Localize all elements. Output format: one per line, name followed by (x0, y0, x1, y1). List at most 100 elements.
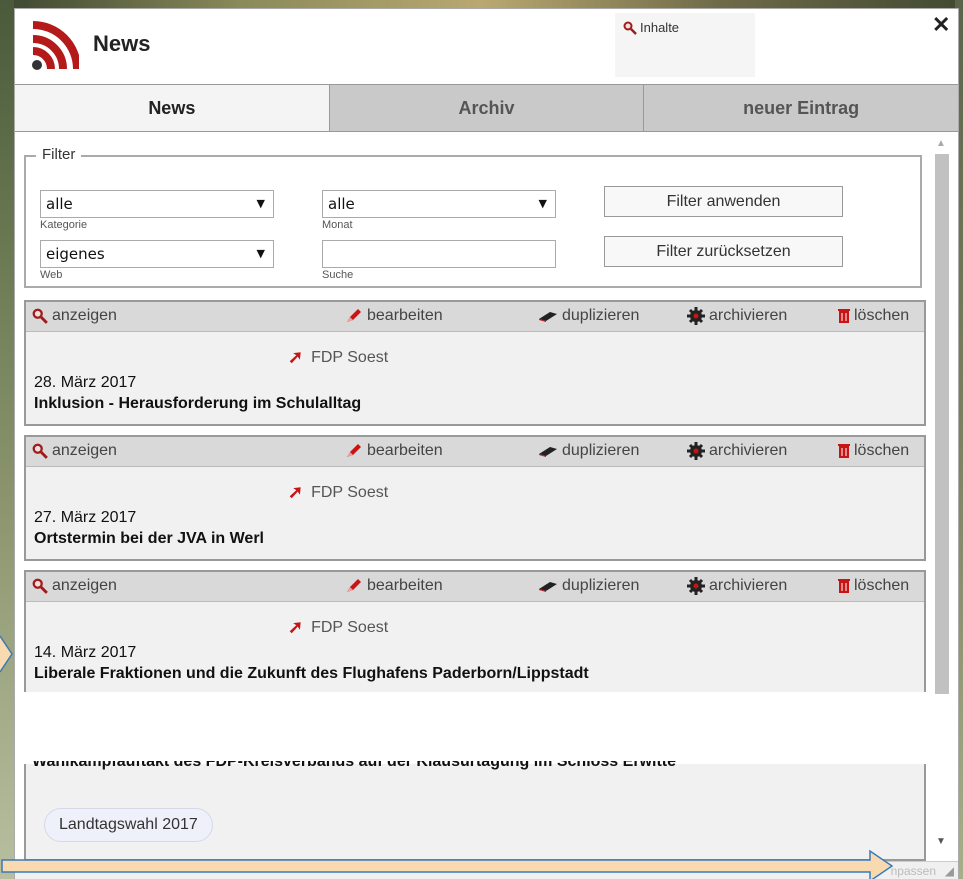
news-action-bar: anzeigen bearbeiten duplizieren archivie… (26, 302, 924, 332)
duplicate-label: duplizieren (562, 577, 640, 594)
inhalte-panel: Inhalte (615, 13, 755, 77)
tab-archiv[interactable]: Archiv (328, 85, 644, 131)
news-source: ➚ FDP Soest (288, 482, 388, 503)
archive-action[interactable]: archivieren (687, 577, 787, 595)
news-dialog: News Inhalte ✕ News Archiv neuer Eintrag… (14, 8, 959, 879)
web-caption: Web (40, 269, 63, 281)
news-item: anzeigen bearbeiten duplizieren archivie… (24, 435, 926, 561)
dropdown-arrow-icon: ▼ (256, 247, 265, 260)
news-title[interactable]: Liberale Fraktionen und die Zukunft des … (34, 665, 589, 683)
tag-badge[interactable]: Landtagswahl 2017 (44, 808, 213, 842)
scroll-thumb[interactable] (935, 154, 949, 694)
delete-label: löschen (854, 307, 910, 324)
gear-icon (687, 307, 705, 325)
magnifier-icon (32, 308, 48, 324)
magnifier-icon (32, 578, 48, 594)
window-title: News (93, 31, 151, 56)
kategorie-caption: Kategorie (40, 219, 88, 231)
trash-icon (838, 309, 850, 323)
news-title[interactable]: Inklusion - Herausforderung im Schulallt… (34, 395, 361, 413)
delete-action[interactable]: löschen (838, 307, 909, 325)
source-label: FDP Soest (311, 483, 389, 501)
filter-legend: Filter (36, 146, 82, 163)
pencil-icon (347, 444, 361, 457)
edit-action[interactable]: bearbeiten (345, 442, 443, 460)
duplicate-action[interactable]: duplizieren (538, 442, 639, 460)
duplicate-action[interactable]: duplizieren (538, 577, 639, 595)
kategorie-select[interactable]: alle ▼ (40, 190, 274, 218)
edit-action[interactable]: bearbeiten (345, 307, 443, 325)
partial-title-text: Wahlkampfauftakt des FDP-Kreisverbands a… (32, 761, 676, 770)
footer-hint: npassen (890, 864, 936, 878)
edit-label: bearbeiten (367, 307, 443, 324)
show-label: anzeigen (52, 307, 117, 324)
screenshot-gap (15, 692, 958, 765)
tab-bar: News Archiv neuer Eintrag (15, 84, 959, 132)
filter-apply-button[interactable]: Filter anwenden (604, 186, 843, 217)
tab-neuer-eintrag[interactable]: neuer Eintrag (643, 85, 959, 131)
trash-icon (838, 579, 850, 593)
rss-icon (29, 21, 79, 73)
duplicate-label: duplizieren (562, 442, 640, 459)
close-button[interactable]: ✕ (932, 12, 950, 38)
tab-news[interactable]: News (15, 85, 329, 131)
edit-action[interactable]: bearbeiten (345, 577, 443, 595)
external-link-arrow-icon: ➚ (288, 617, 304, 637)
archive-label: archivieren (709, 577, 788, 594)
suche-input[interactable] (322, 240, 556, 268)
filter-fieldset: Filter alle ▼ Kategorie alle ▼ Monat eig… (24, 146, 922, 288)
magnifier-icon (32, 443, 48, 459)
edit-label: bearbeiten (367, 577, 443, 594)
monat-value: alle (328, 195, 355, 213)
archive-action[interactable]: archivieren (687, 307, 787, 325)
scroll-up-arrow-icon[interactable]: ▲ (936, 138, 946, 149)
inhalte-link[interactable]: Inhalte (623, 20, 679, 35)
news-title[interactable]: Wahlkampfauftakt des FDP-Kreisverbands a… (32, 761, 676, 772)
external-link-arrow-icon: ➚ (288, 482, 304, 502)
show-action[interactable]: anzeigen (32, 442, 117, 460)
delete-action[interactable]: löschen (838, 577, 909, 595)
web-value: eigenes (46, 245, 105, 263)
news-action-bar: anzeigen bearbeiten duplizieren archivie… (26, 572, 924, 602)
duplicate-label: duplizieren (562, 307, 640, 324)
show-label: anzeigen (52, 577, 117, 594)
news-date: 27. März 2017 (34, 509, 137, 526)
show-label: anzeigen (52, 442, 117, 459)
news-date: 14. März 2017 (34, 644, 137, 661)
delete-action[interactable]: löschen (838, 442, 909, 460)
duplicate-icon (539, 582, 557, 592)
edit-label: bearbeiten (367, 442, 443, 459)
title-bar: News Inhalte ✕ (15, 9, 958, 84)
dropdown-arrow-icon: ▼ (538, 197, 547, 210)
archive-action[interactable]: archivieren (687, 442, 787, 460)
background-left (0, 0, 14, 879)
archive-label: archivieren (709, 442, 788, 459)
news-item: anzeigen bearbeiten duplizieren archivie… (24, 300, 926, 426)
news-title[interactable]: Ortstermin bei der JVA in Werl (34, 530, 264, 548)
show-action[interactable]: anzeigen (32, 577, 117, 595)
delete-label: löschen (854, 442, 910, 459)
inhalte-label: Inhalte (640, 20, 680, 35)
news-item-partial: Wahlkampfauftakt des FDP-Kreisverbands a… (24, 761, 926, 861)
vertical-scrollbar[interactable]: ▲ ▼ (932, 136, 952, 862)
duplicate-icon (539, 447, 557, 457)
content-scroll-area: Filter alle ▼ Kategorie alle ▼ Monat eig… (15, 132, 958, 692)
delete-label: löschen (854, 577, 910, 594)
duplicate-action[interactable]: duplizieren (538, 307, 639, 325)
news-source: ➚ FDP Soest (288, 347, 388, 368)
monat-select[interactable]: alle ▼ (322, 190, 556, 218)
scroll-down-arrow-icon[interactable]: ▼ (936, 836, 946, 847)
filter-reset-button[interactable]: Filter zurücksetzen (604, 236, 843, 267)
external-link-arrow-icon: ➚ (288, 347, 304, 367)
resize-handle-icon[interactable]: ◢ (945, 864, 954, 878)
pencil-icon (347, 309, 361, 322)
source-label: FDP Soest (311, 618, 389, 636)
show-action[interactable]: anzeigen (32, 307, 117, 325)
pencil-icon (347, 579, 361, 592)
news-source: ➚ FDP Soest (288, 617, 388, 638)
suche-caption: Suche (322, 269, 354, 281)
trash-icon (838, 444, 850, 458)
web-select[interactable]: eigenes ▼ (40, 240, 274, 268)
gear-icon (687, 442, 705, 460)
source-label: FDP Soest (311, 348, 389, 366)
